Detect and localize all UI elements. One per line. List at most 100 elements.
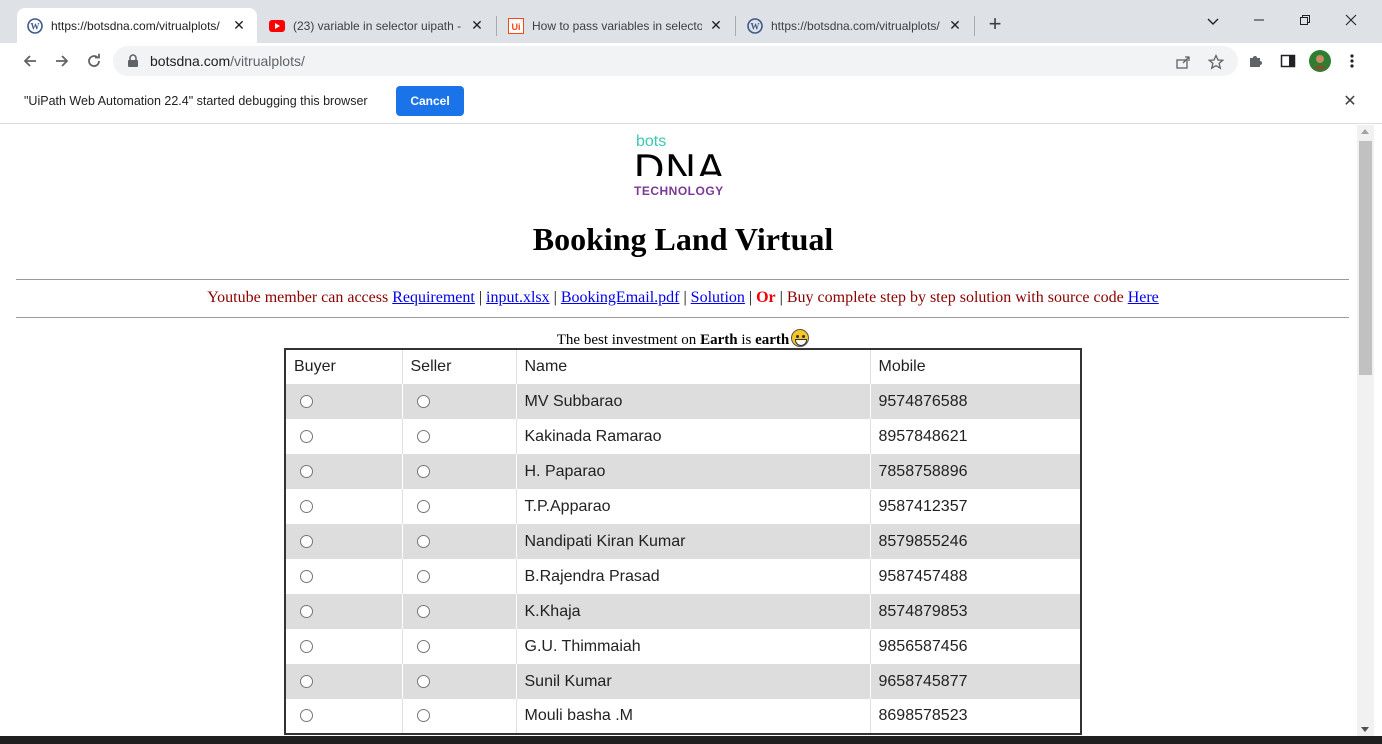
tab-separator bbox=[974, 16, 975, 36]
url-path: /vitrualplots/ bbox=[230, 53, 305, 69]
buyer-radio[interactable] bbox=[300, 499, 313, 513]
buyer-radio[interactable] bbox=[300, 464, 313, 478]
buyer-cell bbox=[285, 419, 402, 454]
seller-radio[interactable] bbox=[416, 534, 430, 548]
buyer-radio[interactable] bbox=[300, 604, 313, 618]
seller-radio[interactable] bbox=[416, 429, 430, 443]
lock-icon[interactable] bbox=[127, 54, 139, 73]
share-icon[interactable] bbox=[1174, 53, 1192, 71]
buyer-cell bbox=[285, 629, 402, 664]
more-menu-icon[interactable] bbox=[1340, 49, 1364, 73]
extensions-puzzle-icon[interactable] bbox=[1244, 49, 1268, 73]
buyer-radio[interactable] bbox=[300, 639, 313, 653]
table-row: T.P.Apparao 9587412357 bbox=[285, 489, 1081, 524]
seller-radio[interactable] bbox=[416, 499, 430, 513]
table-header-row: Buyer Seller Name Mobile bbox=[285, 349, 1081, 384]
tab-separator bbox=[735, 16, 736, 36]
botsdna-logo[interactable]: bots DNA TECHNOLOGY bbox=[631, 133, 741, 199]
requirement-link[interactable]: Requirement bbox=[392, 289, 475, 306]
scroll-up-arrow-icon[interactable] bbox=[1361, 129, 1369, 134]
seller-radio[interactable] bbox=[416, 674, 430, 688]
restore-icon[interactable] bbox=[1294, 10, 1316, 32]
wordpress-icon: W bbox=[747, 17, 763, 34]
debug-infobar: "UiPath Web Automation 22.4" started deb… bbox=[0, 79, 1382, 124]
address-bar[interactable]: botsdna.com/vitrualplots/ bbox=[113, 46, 1238, 76]
url-text: botsdna.com/vitrualplots/ bbox=[150, 53, 305, 69]
tab-youtube[interactable]: (23) variable in selector uipath - Y ✕ bbox=[259, 8, 495, 43]
links-prefix: Youtube member can access bbox=[207, 289, 389, 306]
os-taskbar bbox=[0, 736, 1382, 744]
tab-botsdna-1[interactable]: W https://botsdna.com/vitrualplots/ ✕ bbox=[17, 8, 257, 43]
new-tab-icon[interactable]: + bbox=[983, 13, 1007, 37]
mobile-cell: 9658745877 bbox=[869, 664, 1081, 699]
side-panel-icon[interactable] bbox=[1276, 49, 1300, 73]
seller-radio[interactable] bbox=[416, 709, 430, 723]
vertical-scrollbar[interactable] bbox=[1357, 125, 1374, 736]
buyer-cell bbox=[285, 664, 402, 699]
seller-cell bbox=[401, 489, 516, 524]
seller-cell bbox=[401, 419, 516, 454]
close-tab-icon[interactable]: ✕ bbox=[708, 17, 724, 34]
mobile-cell: 9587412357 bbox=[869, 489, 1081, 524]
browser-toolbar: botsdna.com/vitrualplots/ bbox=[0, 43, 1382, 79]
seller-radio[interactable] bbox=[416, 604, 430, 618]
cancel-button[interactable]: Cancel bbox=[396, 86, 464, 116]
tab-title: (23) variable in selector uipath - Y bbox=[293, 18, 463, 33]
table-row: G.U. Thimmaiah 9856587456 bbox=[285, 629, 1081, 664]
youtube-icon bbox=[269, 18, 285, 34]
buyer-radio[interactable] bbox=[300, 394, 313, 408]
logo-dna: DNA bbox=[634, 145, 726, 176]
close-tab-icon[interactable]: ✕ bbox=[947, 17, 963, 34]
close-tab-icon[interactable]: ✕ bbox=[469, 17, 485, 34]
close-window-icon[interactable] bbox=[1340, 10, 1362, 32]
table-row: Kakinada Ramarao 8957848621 bbox=[285, 419, 1081, 454]
table-row: Mouli basha .M 8698578523 bbox=[285, 699, 1081, 734]
buyer-radio[interactable] bbox=[300, 534, 313, 548]
name-cell: K.Khaja bbox=[515, 594, 870, 629]
solution-link[interactable]: Solution bbox=[691, 289, 745, 306]
name-cell: MV Subbarao bbox=[515, 384, 870, 419]
name-cell: Kakinada Ramarao bbox=[515, 419, 870, 454]
uipath-icon: Ui bbox=[508, 17, 524, 34]
wordpress-icon: W bbox=[27, 17, 43, 34]
booking-email-pdf-link[interactable]: BookingEmail.pdf bbox=[561, 289, 680, 306]
seller-cell bbox=[401, 594, 516, 629]
seller-radio[interactable] bbox=[416, 394, 430, 408]
or-text: Or bbox=[756, 289, 776, 306]
profile-avatar[interactable] bbox=[1308, 49, 1332, 73]
seller-radio[interactable] bbox=[416, 569, 430, 583]
seller-radio[interactable] bbox=[416, 639, 430, 653]
seller-cell bbox=[401, 384, 516, 419]
name-cell: B.Rajendra Prasad bbox=[515, 559, 870, 594]
input-xlsx-link[interactable]: input.xlsx bbox=[486, 289, 550, 306]
scroll-down-arrow-icon[interactable] bbox=[1361, 727, 1369, 732]
resource-links: Youtube member can access Requirement | … bbox=[207, 289, 1159, 306]
table-row: MV Subbarao 9574876588 bbox=[285, 384, 1081, 419]
here-link[interactable]: Here bbox=[1128, 289, 1159, 306]
buyer-radio[interactable] bbox=[300, 709, 313, 723]
tab-title: https://botsdna.com/vitrualplots/ bbox=[51, 18, 220, 33]
forward-icon[interactable] bbox=[50, 49, 74, 73]
bookmark-star-icon[interactable] bbox=[1207, 53, 1225, 71]
reload-icon[interactable] bbox=[82, 49, 106, 73]
buyer-cell bbox=[285, 454, 402, 489]
tab-search-chevron-icon[interactable] bbox=[1202, 10, 1224, 32]
close-tab-icon[interactable]: ✕ bbox=[231, 17, 247, 34]
mobile-cell: 8957848621 bbox=[869, 419, 1081, 454]
scrollbar-thumb[interactable] bbox=[1359, 141, 1372, 375]
table-row: K.Khaja 8574879853 bbox=[285, 594, 1081, 629]
name-cell: G.U. Thimmaiah bbox=[515, 629, 870, 664]
close-infobar-icon[interactable]: ✕ bbox=[1340, 92, 1360, 112]
back-icon[interactable] bbox=[18, 49, 42, 73]
buyer-radio[interactable] bbox=[300, 429, 313, 443]
tab-botsdna-2[interactable]: W https://botsdna.com/vitrualplots/ ✕ bbox=[737, 8, 973, 43]
buyer-radio[interactable] bbox=[300, 674, 313, 688]
tab-uipath[interactable]: Ui How to pass variables in selector ✕ bbox=[498, 8, 734, 43]
buyer-radio[interactable] bbox=[300, 569, 313, 583]
buyer-cell bbox=[285, 699, 402, 734]
name-cell: T.P.Apparao bbox=[515, 489, 870, 524]
minimize-icon[interactable] bbox=[1248, 10, 1270, 32]
table-row: Nandipati Kiran Kumar 8579855246 bbox=[285, 524, 1081, 559]
divider bbox=[16, 279, 1349, 280]
seller-radio[interactable] bbox=[416, 464, 430, 478]
